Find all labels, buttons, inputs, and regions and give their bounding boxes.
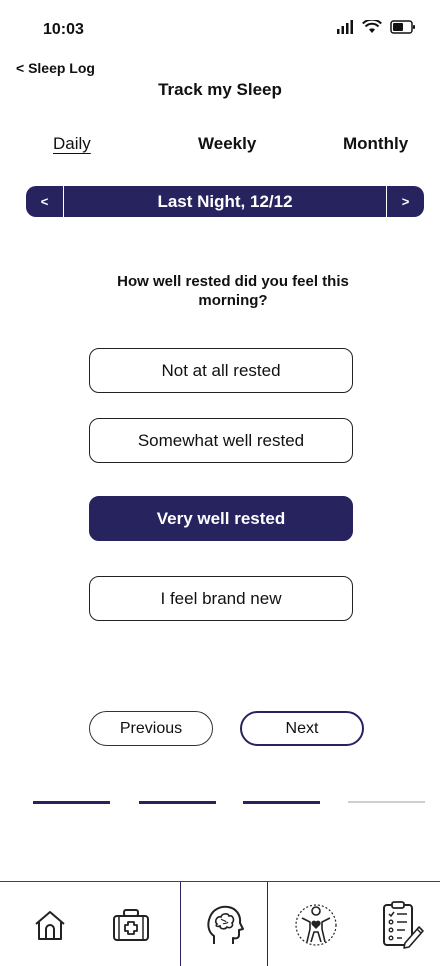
- status-icons: [336, 20, 416, 34]
- tab-log[interactable]: [368, 882, 436, 966]
- tab-monthly[interactable]: Monthly: [343, 134, 408, 154]
- brain-head-icon: [207, 905, 244, 944]
- signal-icon: [337, 20, 353, 34]
- tab-daily[interactable]: Daily: [53, 134, 91, 154]
- tab-body[interactable]: [282, 882, 350, 966]
- back-link[interactable]: < Sleep Log: [16, 60, 95, 76]
- option-very-well-rested[interactable]: Very well rested: [89, 496, 353, 541]
- progress-indicator: [0, 801, 440, 805]
- body-heart-icon: [295, 903, 337, 946]
- home-icon: [35, 910, 65, 940]
- option-not-at-all-rested[interactable]: Not at all rested: [89, 348, 353, 393]
- previous-date-button[interactable]: <: [26, 186, 64, 217]
- battery-icon: [390, 20, 415, 34]
- progress-segment: [348, 801, 425, 803]
- question-text: How well rested did you feel this mornin…: [117, 273, 349, 309]
- tab-home[interactable]: [18, 882, 82, 966]
- next-date-button[interactable]: >: [386, 186, 424, 217]
- progress-segment: [243, 801, 320, 804]
- progress-segment: [33, 801, 110, 804]
- period-tabs: Daily Weekly Monthly: [0, 134, 440, 158]
- tab-mind[interactable]: [180, 882, 268, 966]
- next-button[interactable]: Next: [240, 711, 364, 746]
- tab-health[interactable]: [96, 882, 166, 966]
- status-time: 10:03: [43, 21, 84, 38]
- progress-segment: [139, 801, 216, 804]
- first-aid-kit-icon: [113, 908, 149, 941]
- wifi-icon: [362, 20, 382, 33]
- page-title: Track my Sleep: [158, 80, 282, 99]
- status-bar: 10:03: [0, 0, 440, 56]
- date-navigator: < Last Night, 12/12 >: [26, 186, 424, 217]
- checklist-icon: [383, 900, 424, 949]
- bottom-tab-bar: [0, 881, 440, 966]
- tab-weekly[interactable]: Weekly: [198, 134, 256, 154]
- option-brand-new[interactable]: I feel brand new: [89, 576, 353, 621]
- option-somewhat-well-rested[interactable]: Somewhat well rested: [89, 418, 353, 463]
- date-label: Last Night, 12/12: [157, 191, 293, 211]
- previous-button[interactable]: Previous: [89, 711, 213, 746]
